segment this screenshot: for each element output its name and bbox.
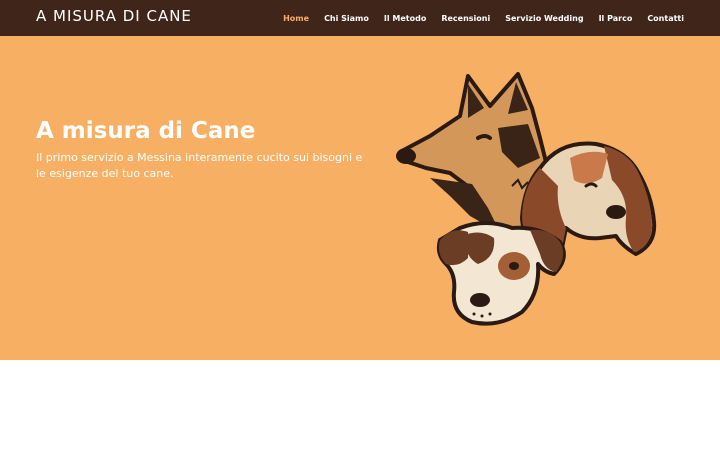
nav-recensioni[interactable]: Recensioni: [441, 14, 490, 23]
hero-title: A misura di Cane: [36, 118, 256, 144]
nav-il-parco[interactable]: Il Parco: [599, 14, 633, 23]
nav-il-metodo[interactable]: Il Metodo: [384, 14, 426, 23]
content-section: [0, 360, 720, 450]
three-dogs-illustration: [396, 72, 657, 326]
main-nav: Home Chi Siamo Il Metodo Recensioni Serv…: [283, 0, 684, 36]
nav-contatti[interactable]: Contatti: [647, 14, 684, 23]
site-logo[interactable]: A MISURA DI CANE: [36, 7, 192, 25]
hero-subtitle: Il primo servizio a Messina interamente …: [36, 151, 363, 180]
nav-home[interactable]: Home: [283, 14, 309, 23]
top-navbar: A MISURA DI CANE Home Chi Siamo Il Metod…: [0, 0, 720, 36]
pointer-dog-icon: [436, 221, 566, 326]
nav-servizio-wedding[interactable]: Servizio Wedding: [505, 14, 583, 23]
nav-chi-siamo[interactable]: Chi Siamo: [324, 14, 369, 23]
